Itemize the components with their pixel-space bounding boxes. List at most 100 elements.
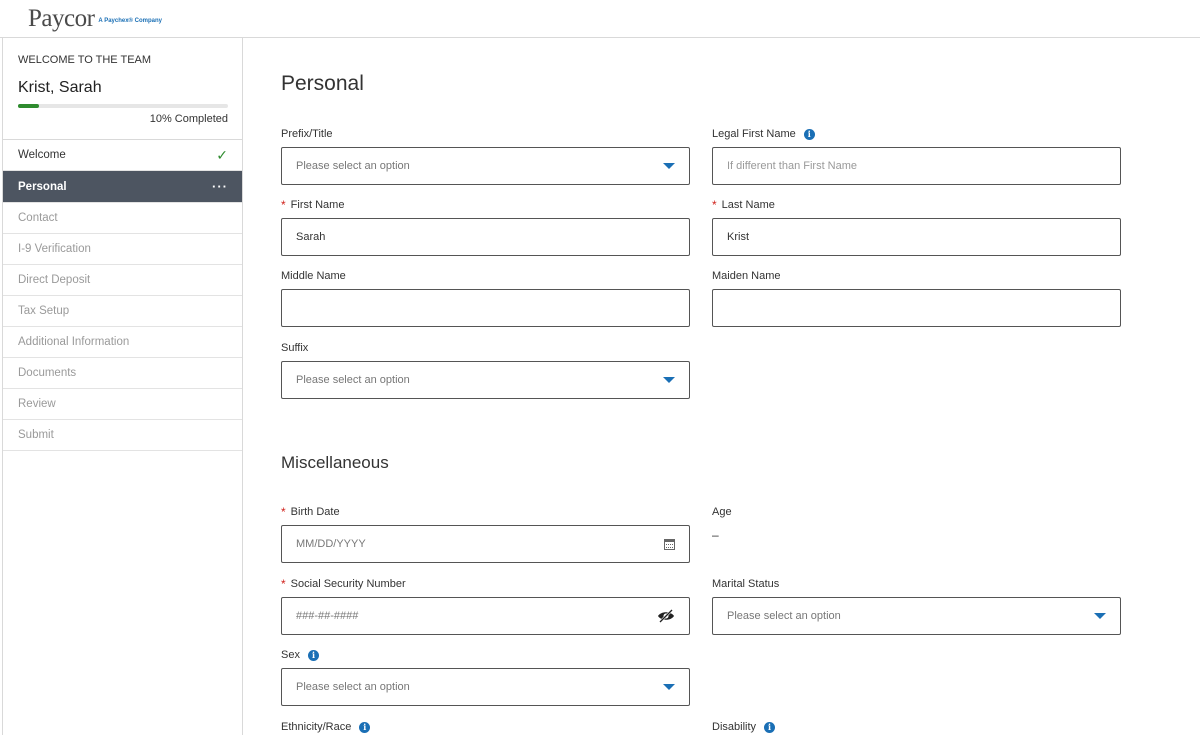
top-bar: Paycor A Paychex® Company	[0, 0, 1200, 38]
nav-item-label: Documents	[18, 367, 77, 379]
ssn-field: * Social Security Number ###-##-####	[281, 576, 690, 635]
nav-item-label: Review	[18, 398, 56, 410]
middle-name-field: Middle Name	[281, 268, 690, 327]
first-name-value: Sarah	[296, 231, 326, 243]
nav-item-documents[interactable]: Documents	[3, 358, 242, 389]
maiden-name-label: Maiden Name	[712, 268, 1121, 284]
marital-status-field: Marital Status Please select an option	[712, 576, 1121, 635]
required-marker: *	[281, 505, 286, 519]
age-field: Age –	[712, 504, 1121, 542]
progress-text: 10% Completed	[149, 113, 228, 125]
nav-item-label: Additional Information	[18, 336, 130, 348]
eye-slash-icon[interactable]	[657, 609, 675, 623]
logo-subtitle: A Paychex® Company	[98, 18, 162, 24]
progress-fill	[18, 104, 39, 108]
sidebar-header: WELCOME TO THE TEAM Krist, Sarah 10% Com…	[3, 38, 242, 140]
age-label: Age	[712, 504, 1121, 520]
age-label-text: Age	[712, 506, 732, 518]
legal-first-name-input[interactable]: If different than First Name	[712, 147, 1121, 185]
nav-item-tax-setup[interactable]: Tax Setup	[3, 296, 242, 327]
first-name-label-text: First Name	[290, 199, 345, 211]
ellipsis-icon[interactable]: ···	[212, 179, 228, 194]
caret-down-icon	[663, 377, 675, 383]
last-name-label: * Last Name	[712, 197, 1121, 213]
suffix-field: Suffix Please select an option	[281, 340, 690, 399]
birth-date-input[interactable]: MM/DD/YYYY	[281, 525, 690, 563]
nav-item-label: Tax Setup	[18, 305, 70, 317]
nav-item-label: Direct Deposit	[18, 274, 91, 286]
caret-down-icon	[663, 163, 675, 169]
info-icon[interactable]: i	[764, 721, 776, 733]
info-icon[interactable]: i	[307, 649, 319, 661]
legal-first-name-label-text: Legal First Name	[712, 128, 796, 140]
suffix-placeholder: Please select an option	[296, 374, 410, 386]
ethnicity-label-text: Ethnicity/Race	[281, 721, 352, 733]
first-name-label: * First Name	[281, 197, 690, 213]
personal-section-title: Personal	[281, 72, 364, 95]
main-form: Personal Prefix/Title Please select an o…	[244, 38, 1200, 735]
nav-item-welcome[interactable]: Welcome ✓	[3, 140, 242, 171]
marital-status-label: Marital Status	[712, 576, 1121, 592]
paycor-logo[interactable]: Paycor A Paychex® Company	[28, 5, 162, 33]
middle-name-input[interactable]	[281, 289, 690, 327]
ssn-label-text: Social Security Number	[290, 578, 406, 590]
required-marker: *	[712, 198, 717, 212]
info-icon[interactable]: i	[359, 721, 371, 733]
last-name-label-text: Last Name	[721, 199, 775, 211]
nav-item-review[interactable]: Review	[3, 389, 242, 420]
maiden-name-input[interactable]	[712, 289, 1121, 327]
middle-name-label: Middle Name	[281, 268, 690, 284]
nav-item-label: Submit	[18, 429, 54, 441]
info-icon[interactable]: i	[803, 128, 815, 140]
nav-item-contact[interactable]: Contact	[3, 203, 242, 234]
first-name-input[interactable]: Sarah	[281, 218, 690, 256]
disability-label-text: Disability	[712, 721, 757, 733]
ethnicity-field: Ethnicity/Race i	[281, 719, 690, 735]
nav-item-personal[interactable]: Personal ···	[3, 171, 242, 203]
birth-date-label: * Birth Date	[281, 504, 690, 520]
step-nav: Welcome ✓ Personal ··· Contact I-9 Verif…	[3, 140, 242, 451]
suffix-select[interactable]: Please select an option	[281, 361, 690, 399]
age-value: –	[712, 528, 719, 542]
sex-field: Sex i Please select an option	[281, 647, 690, 706]
ssn-input[interactable]: ###-##-####	[281, 597, 690, 635]
prefix-label: Prefix/Title	[281, 126, 690, 142]
prefix-field: Prefix/Title Please select an option	[281, 126, 690, 185]
onboarding-sidebar: WELCOME TO THE TEAM Krist, Sarah 10% Com…	[2, 38, 243, 735]
caret-down-icon	[663, 684, 675, 690]
caret-down-icon	[1094, 613, 1106, 619]
maiden-name-field: Maiden Name	[712, 268, 1121, 327]
sex-label: Sex i	[281, 647, 690, 663]
prefix-select[interactable]: Please select an option	[281, 147, 690, 185]
legal-first-name-label: Legal First Name i	[712, 126, 1121, 142]
logo-text: Paycor	[28, 5, 95, 32]
nav-item-submit[interactable]: Submit	[3, 420, 242, 451]
marital-status-select[interactable]: Please select an option	[712, 597, 1121, 635]
sex-select[interactable]: Please select an option	[281, 668, 690, 706]
nav-item-direct-deposit[interactable]: Direct Deposit	[3, 265, 242, 296]
ssn-label: * Social Security Number	[281, 576, 690, 592]
employee-name: Krist, Sarah	[18, 79, 102, 96]
calendar-icon[interactable]	[664, 538, 675, 550]
nav-item-i9-verification[interactable]: I-9 Verification	[3, 234, 242, 265]
last-name-field: * Last Name Krist	[712, 197, 1121, 256]
suffix-label-text: Suffix	[281, 342, 309, 354]
ssn-placeholder: ###-##-####	[296, 610, 359, 622]
sex-label-text: Sex	[281, 649, 300, 661]
disability-field: Disability i	[712, 719, 1121, 735]
disability-label: Disability i	[712, 719, 1121, 735]
prefix-placeholder: Please select an option	[296, 160, 410, 172]
ethnicity-label: Ethnicity/Race i	[281, 719, 690, 735]
last-name-input[interactable]: Krist	[712, 218, 1121, 256]
prefix-label-text: Prefix/Title	[281, 128, 333, 140]
check-icon: ✓	[216, 146, 228, 163]
birth-date-label-text: Birth Date	[290, 506, 340, 518]
marital-status-label-text: Marital Status	[712, 578, 780, 590]
middle-name-label-text: Middle Name	[281, 270, 346, 282]
nav-item-additional-information[interactable]: Additional Information	[3, 327, 242, 358]
miscellaneous-section-title: Miscellaneous	[281, 453, 389, 472]
sex-placeholder: Please select an option	[296, 681, 410, 693]
legal-first-name-field: Legal First Name i If different than Firs…	[712, 126, 1121, 185]
required-marker: *	[281, 577, 286, 591]
nav-item-label: Contact	[18, 212, 58, 224]
